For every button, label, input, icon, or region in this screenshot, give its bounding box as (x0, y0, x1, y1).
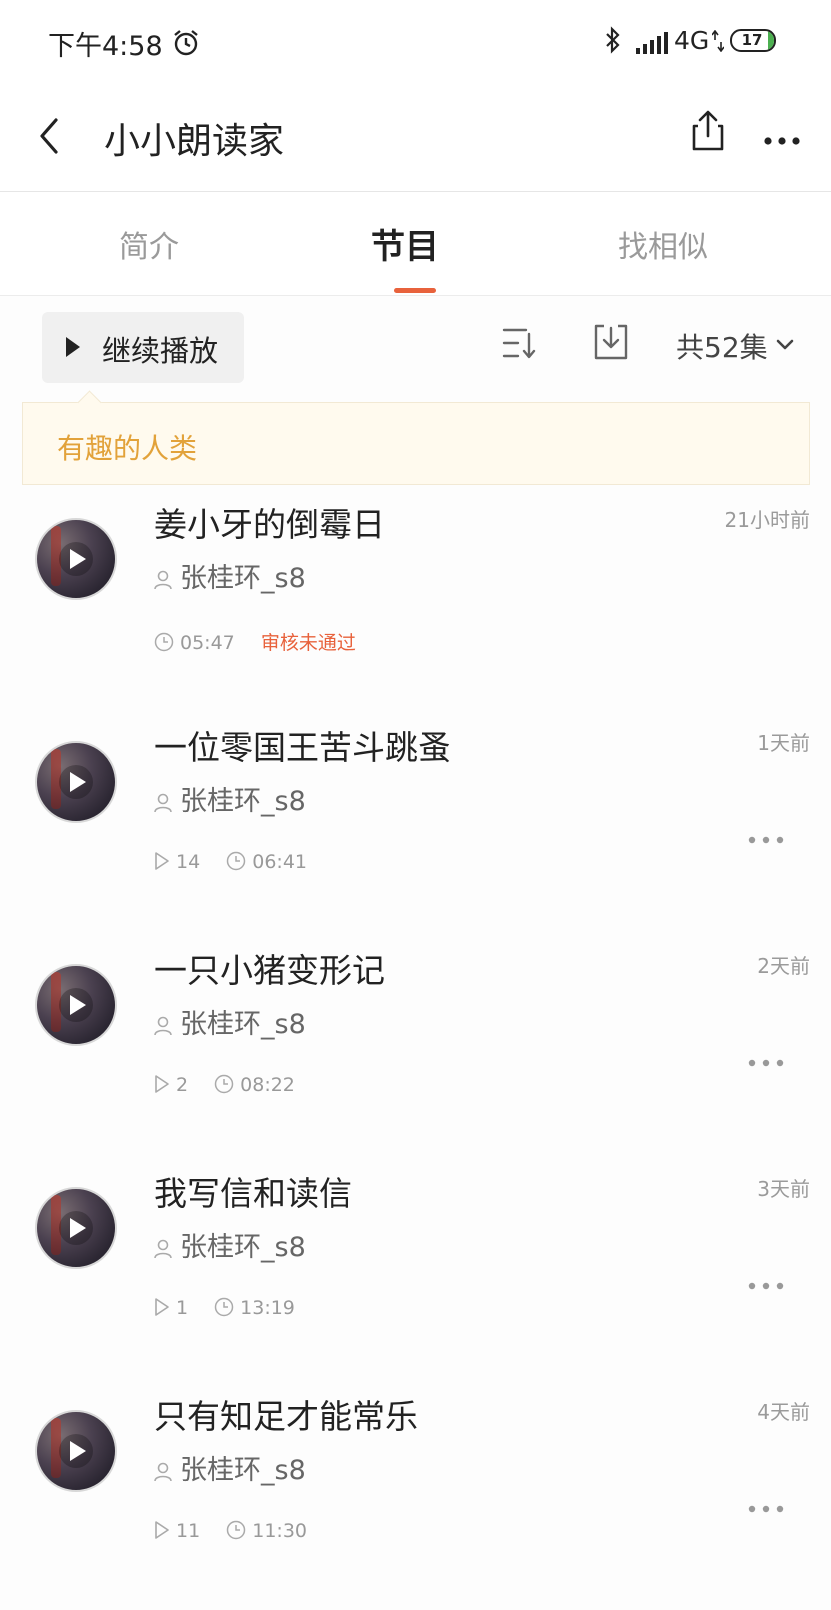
episode-title: 我写信和读信 (154, 1174, 352, 1213)
episode-item[interactable]: 一位零国王苦斗跳蚤 1天前 张桂环_s8 14 06:41 (0, 713, 831, 941)
episode-meta: 1 13:19 (154, 1297, 315, 1319)
clock-icon (214, 1074, 234, 1094)
episode-more-icon[interactable] (748, 1275, 784, 1294)
episode-cover[interactable] (35, 1410, 117, 1492)
episode-more-icon[interactable] (748, 1052, 784, 1071)
tab-active-indicator (394, 288, 436, 293)
network-label: 4G (674, 26, 710, 55)
status-bar: 下午4:58 4G 17 (0, 0, 831, 86)
status-time: 下午4:58 (48, 31, 163, 62)
episode-title: 只有知足才能常乐 (154, 1397, 418, 1436)
tab-intro[interactable]: 简介 (49, 222, 249, 266)
episode-title: 姜小牙的倒霉日 (154, 505, 385, 544)
notice-text: 有趣的人类 (57, 432, 198, 465)
episode-more-icon[interactable] (748, 829, 784, 848)
sort-icon[interactable] (502, 326, 536, 364)
review-status: 审核未通过 (260, 632, 356, 654)
episode-title: 一位零国王苦斗跳蚤 (154, 728, 451, 767)
play-count-icon (155, 852, 169, 870)
user-icon (154, 1235, 172, 1266)
battery-indicator: 17 (730, 29, 776, 52)
play-circle-icon (57, 763, 95, 805)
play-circle-icon (57, 986, 95, 1028)
signal-icon (636, 32, 670, 58)
episode-author: 张桂环_s8 (154, 556, 306, 597)
episode-author: 张桂环_s8 (154, 1448, 306, 1489)
episode-author: 张桂环_s8 (154, 779, 306, 820)
clock-icon (154, 632, 174, 652)
clock-icon (226, 1520, 246, 1540)
episode-title: 一只小猪变形记 (154, 951, 385, 990)
clock-icon (214, 1297, 234, 1317)
episode-cover[interactable] (35, 741, 117, 823)
share-icon[interactable] (690, 110, 726, 156)
play-circle-icon (57, 1209, 95, 1251)
play-icon (64, 335, 82, 363)
play-count-icon (155, 1521, 169, 1539)
episode-author-name: 张桂环_s8 (180, 1455, 306, 1486)
play-circle-icon (57, 540, 95, 582)
episode-time: 21小时前 (724, 508, 810, 532)
nav-bar: 小小朗读家 (0, 86, 831, 192)
user-icon (154, 1012, 172, 1043)
episode-cover[interactable] (35, 964, 117, 1046)
episode-author-name: 张桂环_s8 (180, 1232, 306, 1263)
episode-author-name: 张桂环_s8 (180, 1009, 306, 1040)
episode-item[interactable]: 只有知足才能常乐 4天前 张桂环_s8 11 11:30 (0, 1382, 831, 1610)
episode-author: 张桂环_s8 (154, 1002, 306, 1043)
episode-time: 1天前 (757, 731, 810, 755)
user-icon (154, 566, 172, 597)
bluetooth-icon (604, 26, 622, 58)
episode-time: 2天前 (757, 954, 810, 978)
continue-play-label: 继续播放 (102, 334, 219, 368)
episode-item[interactable]: 我写信和读信 3天前 张桂环_s8 1 13:19 (0, 1159, 831, 1387)
play-circle-icon (57, 1432, 95, 1474)
episode-item[interactable]: 一只小猪变形记 2天前 张桂环_s8 2 08:22 (0, 936, 831, 1164)
play-count: 11 (154, 1520, 200, 1542)
play-count-icon (155, 1298, 169, 1316)
chevron-down-icon[interactable] (776, 336, 794, 355)
duration: 08:22 (214, 1074, 295, 1096)
play-count: 1 (154, 1297, 188, 1319)
episode-time: 3天前 (757, 1177, 810, 1201)
more-icon[interactable] (764, 130, 800, 149)
tab-similar[interactable]: 找相似 (563, 222, 763, 266)
episode-meta: 14 06:41 (154, 851, 327, 873)
episode-item[interactable]: 姜小牙的倒霉日 21小时前 张桂环_s8 05:47 审核未通过 (0, 490, 831, 718)
notice-banner: 有趣的人类 (22, 390, 810, 485)
download-icon[interactable] (592, 322, 630, 366)
play-count: 2 (154, 1074, 188, 1096)
battery-level: 17 (741, 31, 763, 49)
episode-count[interactable]: 共52集 (676, 326, 768, 366)
continue-play-button[interactable]: 继续播放 (42, 312, 244, 383)
alarm-icon (172, 29, 200, 61)
page-title: 小小朗读家 (104, 121, 285, 162)
duration: 05:47 (154, 632, 235, 654)
episode-author-name: 张桂环_s8 (180, 563, 306, 594)
user-icon (154, 789, 172, 820)
episode-meta: 2 08:22 (154, 1074, 315, 1096)
episode-cover[interactable] (35, 1187, 117, 1269)
duration: 11:30 (226, 1520, 307, 1542)
episode-cover[interactable] (35, 518, 117, 600)
episode-author-name: 张桂环_s8 (180, 786, 306, 817)
play-count: 14 (154, 851, 200, 873)
play-count-icon (155, 1075, 169, 1093)
user-icon (154, 1458, 172, 1489)
episode-meta: 05:47 审核未通过 (154, 628, 376, 655)
tab-bar: 简介 节目 找相似 (0, 192, 831, 296)
episode-meta: 11 11:30 (154, 1520, 327, 1542)
duration: 13:19 (214, 1297, 295, 1319)
episode-author: 张桂环_s8 (154, 1225, 306, 1266)
back-icon[interactable] (36, 116, 62, 160)
data-arrows-icon (711, 29, 725, 56)
episode-time: 4天前 (757, 1400, 810, 1424)
toolbar: 继续播放 共52集 (0, 296, 831, 402)
clock-icon (226, 851, 246, 871)
tab-programs[interactable]: 节目 (305, 219, 505, 268)
episode-more-icon[interactable] (748, 1498, 784, 1517)
duration: 06:41 (226, 851, 307, 873)
